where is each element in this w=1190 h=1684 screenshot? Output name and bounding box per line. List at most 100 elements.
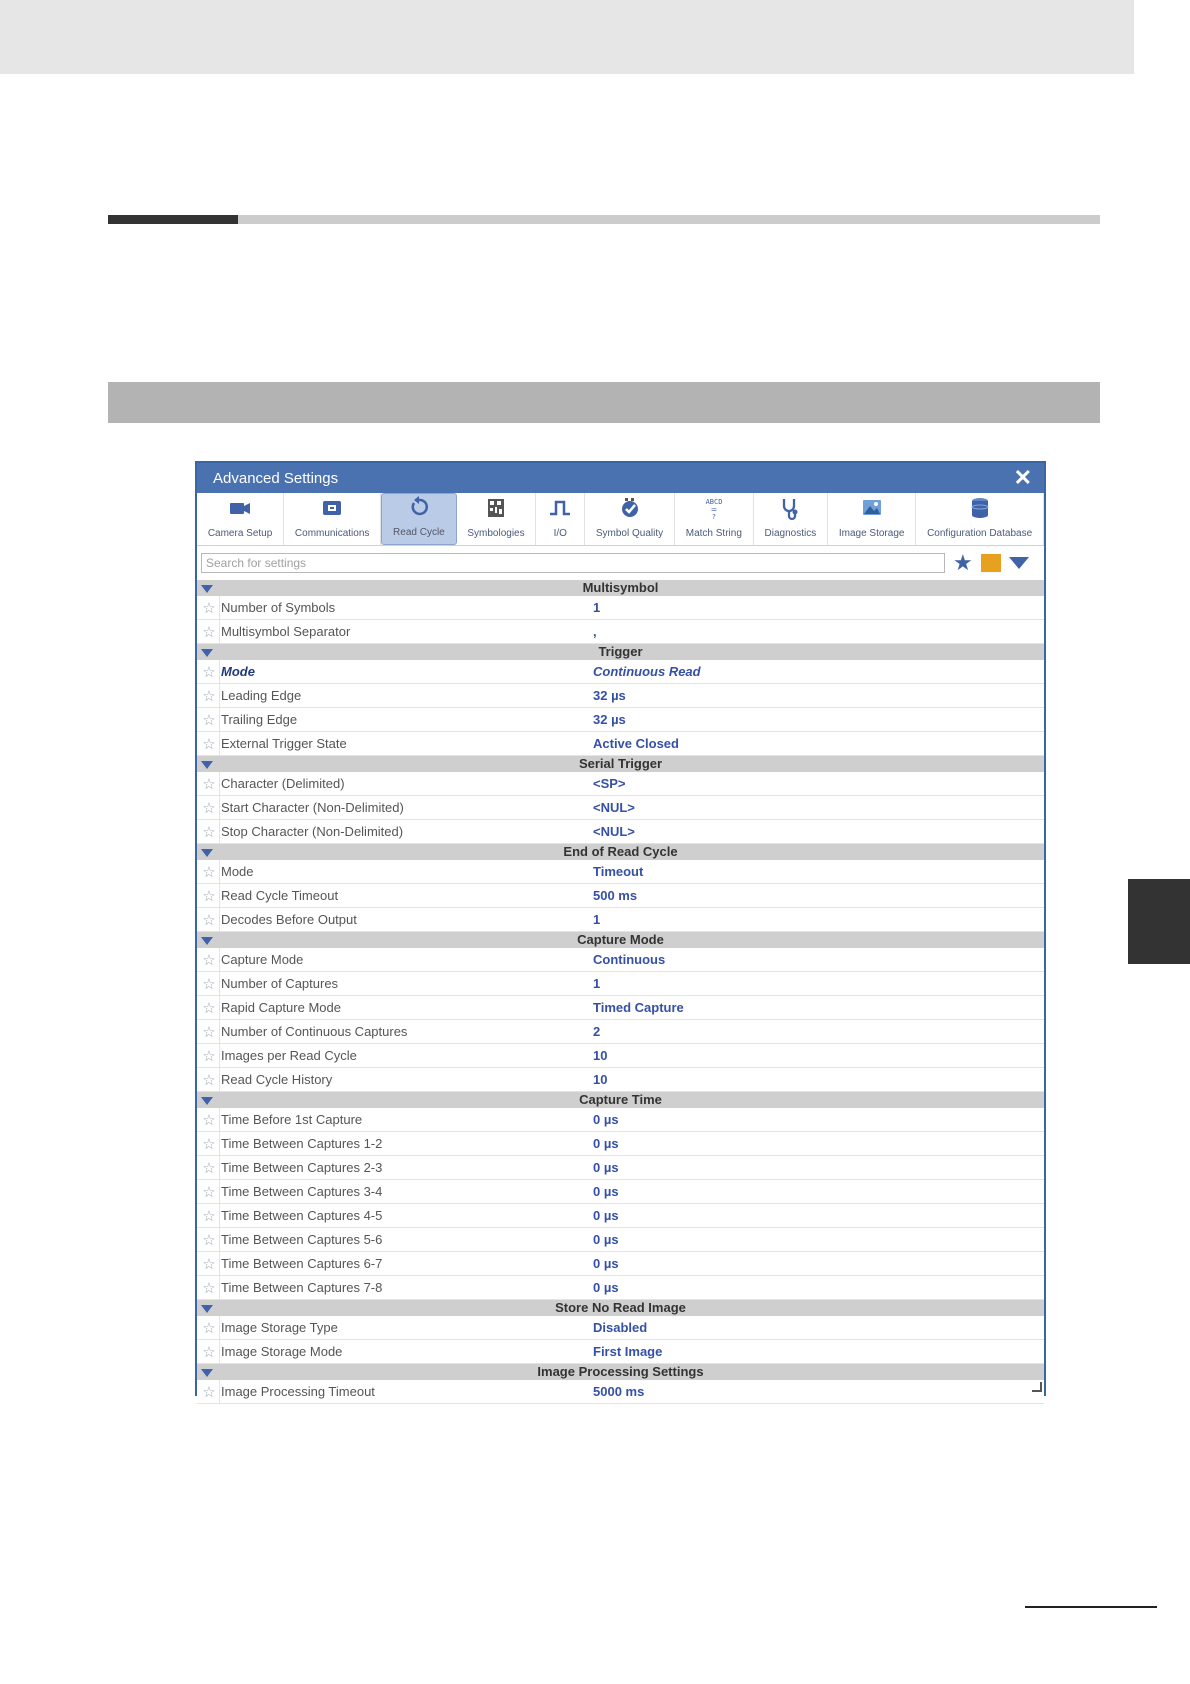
setting-row[interactable]: ☆ Time Between Captures 7-8 0 µs xyxy=(197,1276,1044,1300)
setting-value[interactable]: 10 xyxy=(593,1072,607,1087)
setting-row[interactable]: ☆ Rapid Capture Mode Timed Capture xyxy=(197,996,1044,1020)
section-header[interactable]: Store No Read Image xyxy=(197,1300,1044,1316)
section-header[interactable]: Serial Trigger xyxy=(197,756,1044,772)
setting-row[interactable]: ☆ Image Storage Mode First Image xyxy=(197,1340,1044,1364)
favorite-star-icon[interactable]: ☆ xyxy=(197,1159,221,1177)
setting-row[interactable]: ☆ Decodes Before Output 1 xyxy=(197,908,1044,932)
setting-value[interactable]: 0 µs xyxy=(593,1184,619,1199)
setting-value[interactable]: Continuous xyxy=(593,952,665,967)
setting-value[interactable]: 32 µs xyxy=(593,688,626,703)
setting-row[interactable]: ☆ Image Processing Timeout 5000 ms xyxy=(197,1380,1044,1404)
setting-row[interactable]: ☆ Time Before 1st Capture 0 µs xyxy=(197,1108,1044,1132)
section-header[interactable]: Image Processing Settings xyxy=(197,1364,1044,1380)
collapse-all-icon[interactable] xyxy=(1008,557,1029,569)
favorite-star-icon[interactable]: ☆ xyxy=(197,863,221,881)
setting-value[interactable]: 1 xyxy=(593,600,600,615)
section-header[interactable]: End of Read Cycle xyxy=(197,844,1044,860)
setting-row[interactable]: ☆ Trailing Edge 32 µs xyxy=(197,708,1044,732)
favorite-star-icon[interactable]: ☆ xyxy=(197,823,221,841)
favorite-star-icon[interactable]: ☆ xyxy=(197,1343,221,1361)
collapse-triangle-icon[interactable] xyxy=(201,1097,213,1105)
setting-row[interactable]: ☆ Time Between Captures 4-5 0 µs xyxy=(197,1204,1044,1228)
tab-i-o[interactable]: I/O xyxy=(536,493,586,545)
favorite-star-icon[interactable]: ☆ xyxy=(197,1047,221,1065)
favorite-star-icon[interactable]: ☆ xyxy=(197,951,221,969)
setting-row[interactable]: ☆ Capture Mode Continuous xyxy=(197,948,1044,972)
setting-row[interactable]: ☆ Time Between Captures 3-4 0 µs xyxy=(197,1180,1044,1204)
setting-value[interactable]: <NUL> xyxy=(593,824,635,839)
favorite-star-icon[interactable]: ☆ xyxy=(197,1135,221,1153)
setting-value[interactable]: First Image xyxy=(593,1344,662,1359)
setting-row[interactable]: ☆ Time Between Captures 2-3 0 µs xyxy=(197,1156,1044,1180)
resize-grip-icon[interactable] xyxy=(1032,1382,1042,1392)
favorite-star-icon[interactable]: ☆ xyxy=(197,599,221,617)
setting-row[interactable]: ☆ Time Between Captures 6-7 0 µs xyxy=(197,1252,1044,1276)
setting-row[interactable]: ☆ Character (Delimited) <SP> xyxy=(197,772,1044,796)
setting-row[interactable]: ☆ Time Between Captures 5-6 0 µs xyxy=(197,1228,1044,1252)
tab-symbologies[interactable]: Symbologies xyxy=(457,493,537,545)
section-header[interactable]: Capture Mode xyxy=(197,932,1044,948)
setting-row[interactable]: ☆ Image Storage Type Disabled xyxy=(197,1316,1044,1340)
setting-row[interactable]: ☆ Mode Timeout xyxy=(197,860,1044,884)
favorite-star-icon[interactable]: ☆ xyxy=(197,623,221,641)
section-header[interactable]: Capture Time xyxy=(197,1092,1044,1108)
setting-row[interactable]: ☆ Mode Continuous Read xyxy=(197,660,1044,684)
setting-value[interactable]: 0 µs xyxy=(593,1280,619,1295)
favorite-star-icon[interactable]: ☆ xyxy=(197,799,221,817)
setting-value[interactable]: , xyxy=(593,624,597,639)
setting-value[interactable]: 1 xyxy=(593,976,600,991)
favorite-star-icon[interactable]: ☆ xyxy=(197,1383,221,1401)
setting-value[interactable]: 0 µs xyxy=(593,1160,619,1175)
setting-value[interactable]: 10 xyxy=(593,1048,607,1063)
setting-value[interactable]: 2 xyxy=(593,1024,600,1039)
section-header[interactable]: Trigger xyxy=(197,644,1044,660)
tab-diagnostics[interactable]: Diagnostics xyxy=(754,493,829,545)
favorite-star-icon[interactable]: ☆ xyxy=(197,775,221,793)
setting-value[interactable]: Timeout xyxy=(593,864,643,879)
highlight-filter-icon[interactable] xyxy=(980,554,1001,572)
favorite-star-icon[interactable]: ☆ xyxy=(197,999,221,1017)
tab-configuration-database[interactable]: Configuration Database xyxy=(916,493,1044,545)
collapse-triangle-icon[interactable] xyxy=(201,1305,213,1313)
favorite-star-icon[interactable]: ☆ xyxy=(197,887,221,905)
collapse-triangle-icon[interactable] xyxy=(201,849,213,857)
favorite-star-icon[interactable]: ☆ xyxy=(197,1255,221,1273)
collapse-triangle-icon[interactable] xyxy=(201,1369,213,1377)
setting-value[interactable]: Active Closed xyxy=(593,736,679,751)
favorite-star-icon[interactable]: ☆ xyxy=(197,1207,221,1225)
favorite-star-icon[interactable]: ☆ xyxy=(197,1111,221,1129)
favorite-star-icon[interactable]: ☆ xyxy=(197,1319,221,1337)
favorite-star-icon[interactable]: ☆ xyxy=(197,975,221,993)
favorite-star-icon[interactable]: ☆ xyxy=(197,1279,221,1297)
setting-value[interactable]: 0 µs xyxy=(593,1112,619,1127)
setting-value[interactable]: 32 µs xyxy=(593,712,626,727)
setting-row[interactable]: ☆ External Trigger State Active Closed xyxy=(197,732,1044,756)
tab-communications[interactable]: Communications xyxy=(284,493,382,545)
setting-value[interactable]: 0 µs xyxy=(593,1256,619,1271)
setting-row[interactable]: ☆ Read Cycle Timeout 500 ms xyxy=(197,884,1044,908)
tab-read-cycle[interactable]: Read Cycle xyxy=(381,493,457,545)
setting-value[interactable]: Continuous Read xyxy=(593,664,701,679)
favorite-star-icon[interactable]: ☆ xyxy=(197,1183,221,1201)
setting-row[interactable]: ☆ Number of Symbols 1 xyxy=(197,596,1044,620)
tab-image-storage[interactable]: Image Storage xyxy=(828,493,917,545)
setting-row[interactable]: ☆ Leading Edge 32 µs xyxy=(197,684,1044,708)
search-input[interactable] xyxy=(201,553,945,573)
collapse-triangle-icon[interactable] xyxy=(201,937,213,945)
setting-row[interactable]: ☆ Start Character (Non-Delimited) <NUL> xyxy=(197,796,1044,820)
setting-value[interactable]: Timed Capture xyxy=(593,1000,684,1015)
setting-row[interactable]: ☆ Stop Character (Non-Delimited) <NUL> xyxy=(197,820,1044,844)
collapse-triangle-icon[interactable] xyxy=(201,649,213,657)
setting-row[interactable]: ☆ Multisymbol Separator, xyxy=(197,620,1044,644)
setting-row[interactable]: ☆ Read Cycle History 10 xyxy=(197,1068,1044,1092)
favorite-star-icon[interactable]: ☆ xyxy=(197,735,221,753)
collapse-triangle-icon[interactable] xyxy=(201,585,213,593)
setting-value[interactable]: 0 µs xyxy=(593,1232,619,1247)
setting-value[interactable]: Disabled xyxy=(593,1320,647,1335)
section-header[interactable]: Multisymbol xyxy=(197,580,1044,596)
tab-symbol-quality[interactable]: Symbol Quality xyxy=(585,493,675,545)
favorite-star-icon[interactable]: ☆ xyxy=(197,687,221,705)
tab-camera-setup[interactable]: Camera Setup xyxy=(197,493,285,545)
setting-row[interactable]: ☆ Number of Captures 1 xyxy=(197,972,1044,996)
favorites-star-icon[interactable]: ★ xyxy=(953,552,973,574)
